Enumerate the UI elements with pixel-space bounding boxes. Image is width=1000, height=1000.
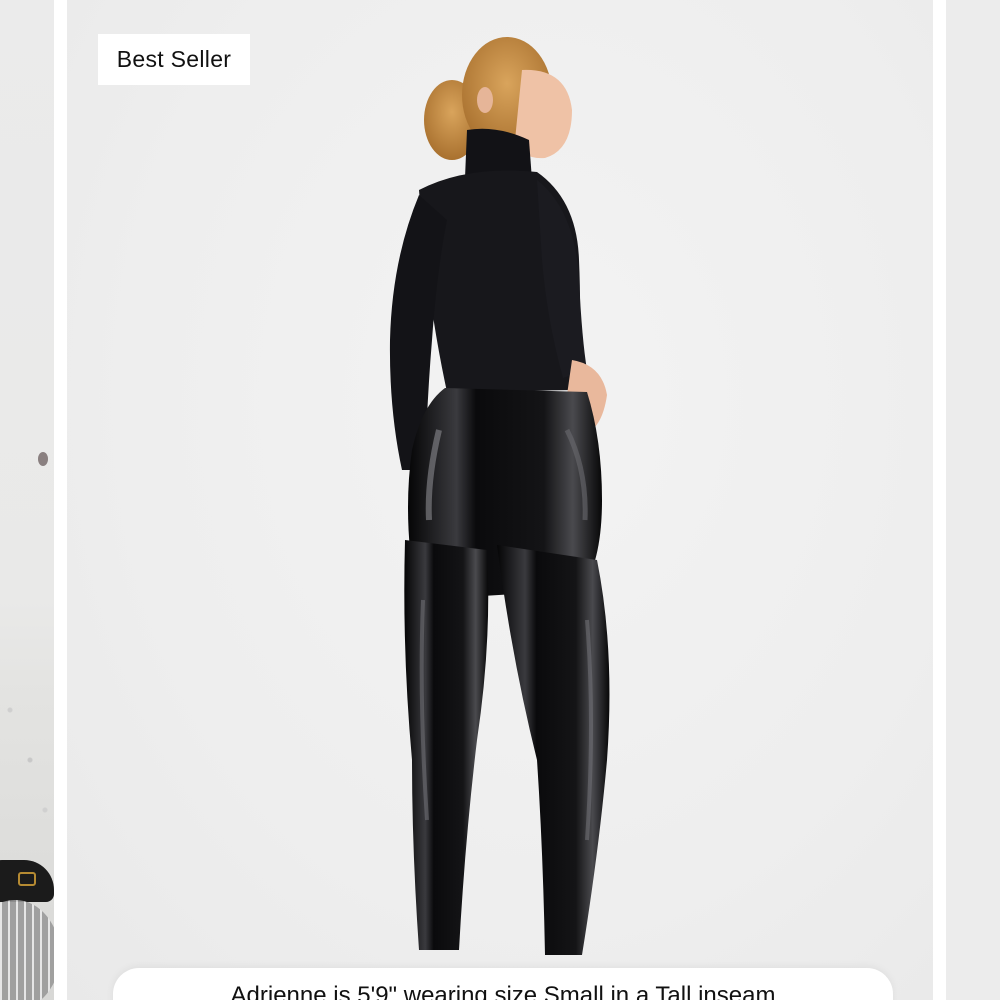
best-seller-badge: Best Seller xyxy=(98,34,250,85)
product-image-carousel[interactable]: Best Seller Adrienne is 5'9" wearing siz… xyxy=(0,0,1000,1000)
next-slide-preview[interactable] xyxy=(946,0,1000,1000)
product-image-main[interactable]: Best Seller xyxy=(67,0,933,1000)
previous-slide-preview[interactable] xyxy=(0,0,54,1000)
disco-ball xyxy=(0,900,54,1000)
decorative-ornament xyxy=(38,452,48,466)
model-info-caption: Adrienne is 5'9" wearing size Small in a… xyxy=(113,968,893,1000)
shoe-buckle xyxy=(18,872,36,886)
model-info-text: Adrienne is 5'9" wearing size Small in a… xyxy=(230,982,776,1000)
model-photo xyxy=(297,37,677,1000)
